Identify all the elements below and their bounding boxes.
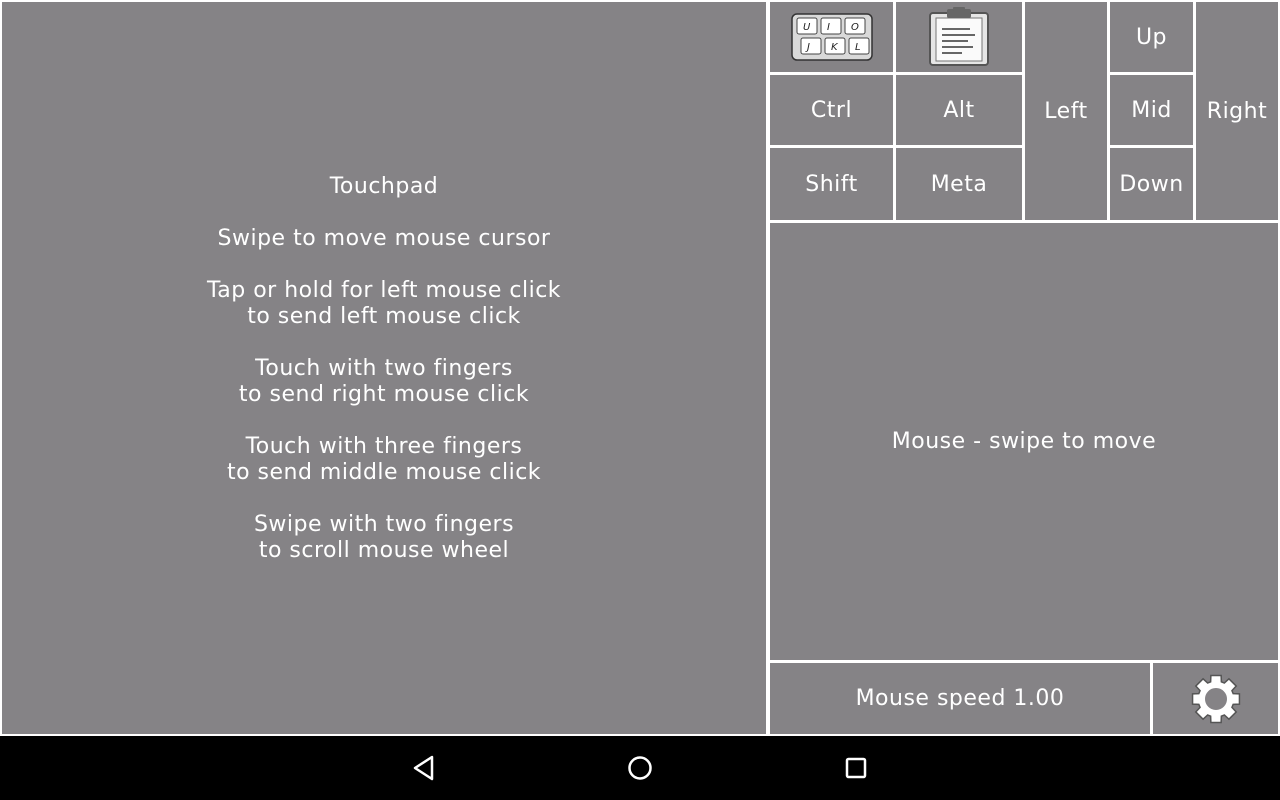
- meta-button[interactable]: Meta: [896, 148, 1022, 220]
- keyboard-key-label: O: [851, 22, 859, 33]
- middle-mouse-button[interactable]: Mid: [1110, 75, 1193, 145]
- mid-label: Mid: [1131, 97, 1172, 123]
- keyboard-key-label: I: [827, 22, 830, 33]
- touchpad-instruction-middle-click: Touch with three fingers to send middle …: [226, 434, 542, 485]
- back-triangle-icon: [412, 755, 436, 781]
- keyboard-button[interactable]: UIOJKL: [770, 2, 893, 72]
- left-mouse-button[interactable]: Left: [1025, 2, 1107, 220]
- shift-button[interactable]: Shift: [770, 148, 893, 220]
- touchpad-instruction-right-click: Touch with two fingers to send right mou…: [238, 356, 530, 407]
- down-label: Down: [1119, 171, 1184, 197]
- clipboard-button[interactable]: [896, 2, 1022, 72]
- gear-icon: [1184, 672, 1248, 726]
- settings-button[interactable]: [1153, 663, 1278, 734]
- meta-label: Meta: [930, 171, 988, 197]
- home-button[interactable]: [622, 750, 658, 786]
- right-label: Right: [1206, 98, 1268, 124]
- keyboard-key-label: L: [855, 42, 861, 53]
- app-container: Touchpad Swipe to move mouse cursor Tap …: [0, 0, 1280, 736]
- keyboard-key-label: U: [803, 22, 811, 33]
- left-label: Left: [1044, 98, 1088, 124]
- shift-label: Shift: [805, 171, 858, 197]
- right-mouse-button[interactable]: Right: [1196, 2, 1278, 220]
- alt-label: Alt: [943, 97, 975, 123]
- mouse-swipe-area[interactable]: Mouse - swipe to move: [770, 223, 1278, 660]
- back-button[interactable]: [406, 750, 442, 786]
- keyboard-key: [800, 37, 821, 55]
- keyboard-key-label: K: [831, 42, 839, 53]
- touchpad-area[interactable]: Touchpad Swipe to move mouse cursor Tap …: [2, 2, 766, 734]
- keyboard-icon: UIOJKL: [790, 12, 874, 62]
- navigation-bar: [0, 736, 1280, 800]
- scroll-up-button[interactable]: Up: [1110, 2, 1193, 72]
- touchpad-title: Touchpad: [329, 174, 439, 199]
- touchpad-instruction-scroll: Swipe with two fingers to scroll mouse w…: [253, 512, 515, 563]
- home-circle-icon: [627, 755, 653, 781]
- up-label: Up: [1135, 24, 1168, 50]
- mouse-speed-label: Mouse speed 1.00: [855, 686, 1065, 711]
- ctrl-label: Ctrl: [810, 97, 853, 123]
- mouse-area-label: Mouse - swipe to move: [891, 429, 1157, 454]
- touchpad-instruction-left-click: Tap or hold for left mouse click to send…: [206, 278, 562, 329]
- touchpad-instruction-move: Swipe to move mouse cursor: [217, 226, 551, 251]
- scroll-down-button[interactable]: Down: [1110, 148, 1193, 220]
- alt-button[interactable]: Alt: [896, 75, 1022, 145]
- recents-button[interactable]: [838, 750, 874, 786]
- recents-square-icon: [844, 756, 868, 780]
- keyboard-key: [820, 17, 841, 35]
- clipboard-icon: [928, 7, 990, 67]
- ctrl-button[interactable]: Ctrl: [770, 75, 893, 145]
- mouse-speed-control[interactable]: Mouse speed 1.00: [770, 663, 1150, 734]
